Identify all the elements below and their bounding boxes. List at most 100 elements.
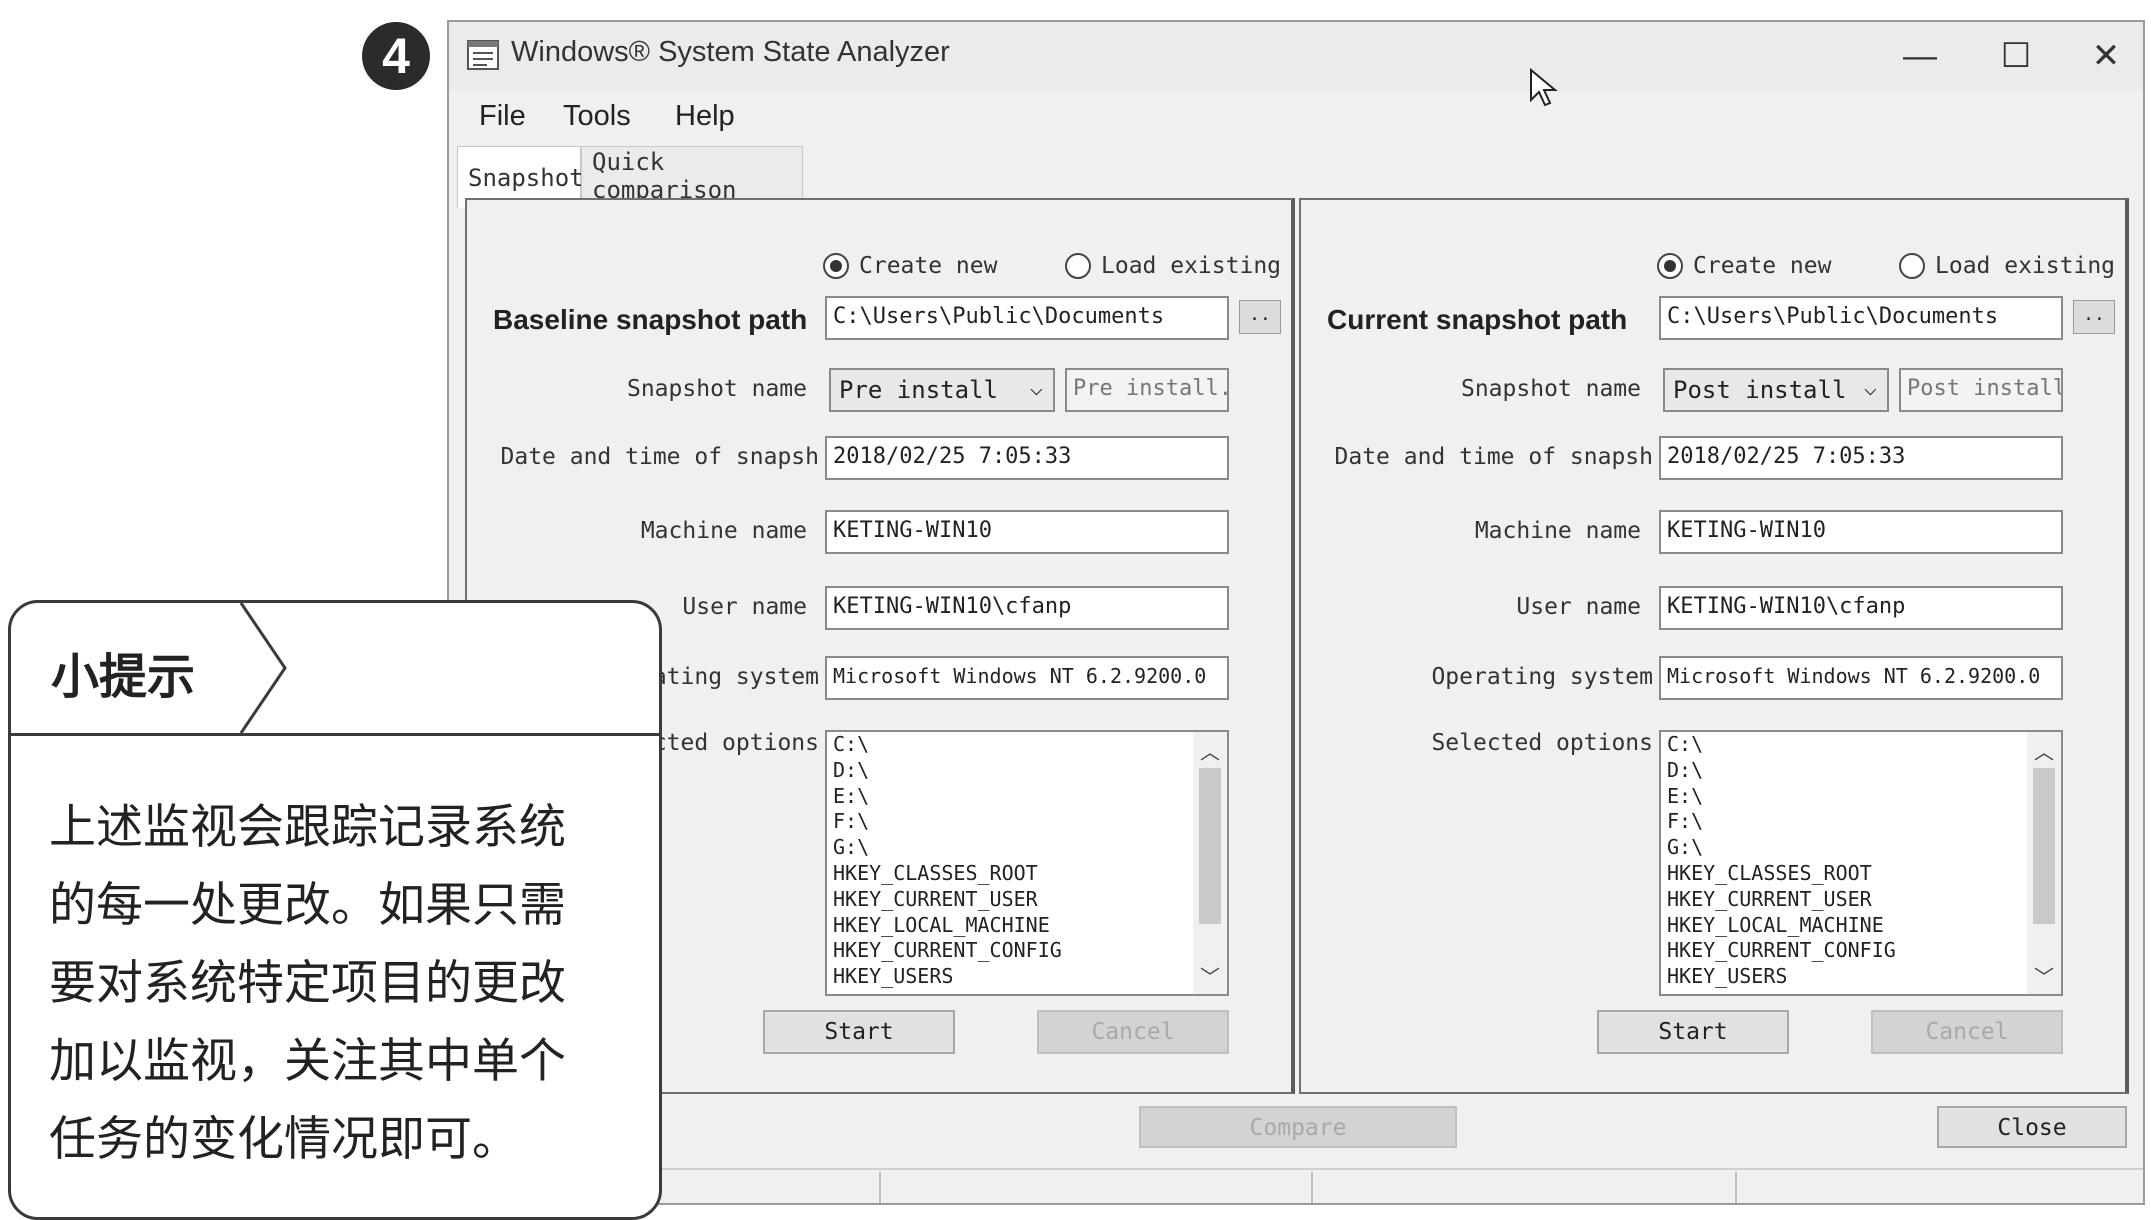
machine-name-label: Machine name [640,518,807,544]
current-datetime-field[interactable]: 2018/02/25 7:05:33 [1659,436,2063,480]
menu-file[interactable]: File [479,100,526,133]
radio-selected-icon [1657,253,1683,279]
status-bar-separator [879,1172,881,1203]
list-item[interactable]: G:\ [827,835,1227,861]
baseline-start-button[interactable]: Start [763,1010,955,1054]
list-item[interactable]: HKEY_CURRENT_USER [827,887,1227,913]
current-path-input[interactable]: C:\Users\Public\Documents [1659,296,2063,340]
compare-button[interactable]: Compare [1139,1106,1457,1148]
radio-unselected-icon [1065,253,1091,279]
baseline-path-input[interactable]: C:\Users\Public\Documents [825,296,1229,340]
current-machine-name-field[interactable]: KETING-WIN10 [1659,510,2063,554]
baseline-snapshot-name-text[interactable]: Pre install. [1065,368,1229,412]
current-cancel-button[interactable]: Cancel [1871,1010,2063,1054]
list-item[interactable]: D:\ [827,758,1227,784]
list-item[interactable]: F:\ [1661,809,2061,835]
close-button[interactable]: Close [1937,1106,2127,1148]
tab-quick-comparison-label: Quick comparison [592,148,737,204]
radio-unselected-icon [1899,253,1925,279]
list-item[interactable]: HKEY_CLASSES_ROOT [827,861,1227,887]
baseline-snapshot-name-select[interactable]: Pre install ⌵ [829,368,1055,412]
list-item[interactable]: E:\ [827,784,1227,810]
datetime-label: Date and time of snapsh [500,444,820,470]
current-browse-button[interactable]: .. [2073,300,2115,334]
close-window-button[interactable]: ✕ [2063,28,2143,84]
datetime-label: Date and time of snapsh [1334,444,1654,470]
baseline-cancel-button[interactable]: Cancel [1037,1010,1229,1054]
current-snapshot-name-select[interactable]: Post install ⌵ [1663,368,1889,412]
maximize-button[interactable]: ☐ [1973,28,2059,84]
list-item[interactable]: HKEY_CURRENT_CONFIG [827,938,1227,964]
tip-callout: 小提示 上述监视会跟踪记录系统 的每一处更改。如果只需 要对系统特定项目的更改 … [8,600,662,1220]
options-items: C:\ D:\ E:\ F:\ G:\ HKEY_CLASSES_ROOT HK… [827,732,1227,990]
chevron-down-icon: ⌵ [1863,376,1877,401]
list-item[interactable]: G:\ [1661,835,2061,861]
current-options-list[interactable]: C:\ D:\ E:\ F:\ G:\ HKEY_CLASSES_ROOT HK… [1659,730,2063,996]
list-item[interactable]: HKEY_CLASSES_ROOT [1661,861,2061,887]
baseline-os-field[interactable]: Microsoft Windows NT 6.2.9200.0 [825,656,1229,700]
baseline-load-existing-radio[interactable]: Load existing [1065,248,1281,284]
radio-label: Load existing [1101,253,1282,279]
tip-line: 任务的变化情况即可。 [49,1112,519,1167]
tab-quick-comparison[interactable]: Quick comparison [581,146,803,206]
tab-snapshot-label: Snapshot [468,163,584,192]
tip-line: 要对系统特定项目的更改 [49,956,566,1011]
chevron-up-icon[interactable]: ︿ [2027,736,2061,765]
options-items: C:\ D:\ E:\ F:\ G:\ HKEY_CLASSES_ROOT HK… [1661,732,2061,990]
tip-body: 上述监视会跟踪记录系统 的每一处更改。如果只需 要对系统特定项目的更改 加以监视… [49,789,639,1179]
list-item[interactable]: C:\ [827,732,1227,758]
snapshot-name-label: Snapshot name [626,376,807,402]
baseline-user-name-field[interactable]: KETING-WIN10\cfanp [825,586,1229,630]
list-item[interactable]: HKEY_CURRENT_USER [1661,887,2061,913]
list-item[interactable]: E:\ [1661,784,2061,810]
current-user-name-field[interactable]: KETING-WIN10\cfanp [1659,586,2063,630]
baseline-path-label: Baseline snapshot path [493,304,808,335]
chevron-down-icon[interactable]: ﹀ [1193,961,1227,990]
select-value: Pre install [839,376,998,404]
app-window: Windows® System State Analyzer — ☐ ✕ Fil… [447,20,2145,1205]
list-scrollbar[interactable]: ︿ ﹀ [1193,732,1227,994]
list-item[interactable]: HKEY_LOCAL_MACHINE [1661,913,2061,939]
chevron-down-icon[interactable]: ﹀ [2027,961,2061,990]
radio-label: Create new [1693,253,1832,279]
baseline-options-list[interactable]: C:\ D:\ E:\ F:\ G:\ HKEY_CLASSES_ROOT HK… [825,730,1229,996]
scroll-thumb[interactable] [1199,768,1221,924]
status-bar-separator [1735,1172,1737,1203]
current-snapshot-name-text[interactable]: Post install [1899,368,2063,412]
title-bar[interactable]: Windows® System State Analyzer — ☐ ✕ [449,22,2143,107]
list-item[interactable]: D:\ [1661,758,2061,784]
menu-tools[interactable]: Tools [563,100,631,133]
status-bar-separator [1311,1172,1313,1203]
list-item[interactable]: HKEY_LOCAL_MACHINE [827,913,1227,939]
current-load-existing-radio[interactable]: Load existing [1899,248,2115,284]
list-item[interactable]: F:\ [827,809,1227,835]
current-start-button[interactable]: Start [1597,1010,1789,1054]
list-item[interactable]: HKEY_CURRENT_CONFIG [1661,938,2061,964]
tip-line: 的每一处更改。如果只需 [49,878,566,933]
current-create-new-radio[interactable]: Create new [1657,248,1831,284]
machine-name-label: Machine name [1474,518,1641,544]
chevron-up-icon[interactable]: ︿ [1193,736,1227,765]
list-scrollbar[interactable]: ︿ ﹀ [2027,732,2061,994]
list-item[interactable]: HKEY_USERS [827,964,1227,990]
baseline-create-new-radio[interactable]: Create new [823,248,997,284]
current-path-label: Current snapshot path [1327,304,1628,335]
menu-help[interactable]: Help [675,100,735,133]
list-item[interactable]: C:\ [1661,732,2061,758]
minimize-button[interactable]: — [1877,28,1963,84]
menu-bar: File Tools Help [449,94,2143,144]
tip-title: 小提示 [51,649,196,705]
app-icon [467,40,499,70]
scroll-thumb[interactable] [2033,768,2055,924]
current-os-field[interactable]: Microsoft Windows NT 6.2.9200.0 [1659,656,2063,700]
snapshot-name-label: Snapshot name [1460,376,1641,402]
user-name-label: User name [682,594,807,620]
radio-selected-icon [823,253,849,279]
baseline-datetime-field[interactable]: 2018/02/25 7:05:33 [825,436,1229,480]
list-item[interactable]: HKEY_USERS [1661,964,2061,990]
baseline-machine-name-field[interactable]: KETING-WIN10 [825,510,1229,554]
baseline-browse-button[interactable]: .. [1239,300,1281,334]
tip-line: 上述监视会跟踪记录系统 [49,800,566,855]
tip-header: 小提示 [11,603,659,736]
window-title: Windows® System State Analyzer [511,36,950,68]
